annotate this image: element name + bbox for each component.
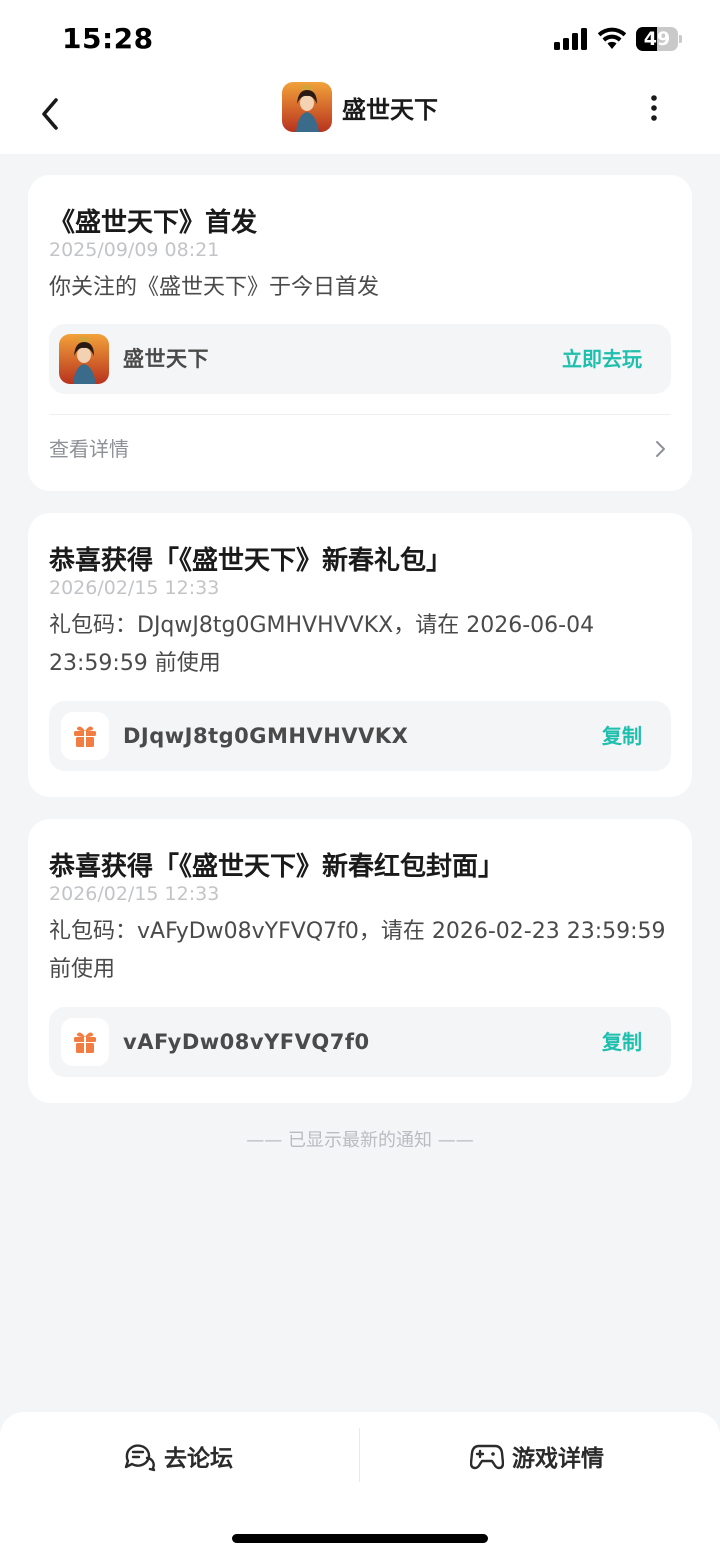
nav-title-group: 盛世天下 — [282, 82, 438, 132]
notification-title: 《盛世天下》首发 — [49, 208, 258, 238]
gift-code: vAFyDw08vYFVQ7f0 — [123, 1030, 370, 1054]
page-title: 盛世天下 — [342, 95, 438, 124]
notification-card: 《盛世天下》首发 2025/09/09 08:21 你关注的《盛世天下》于今日首… — [28, 175, 692, 491]
divider — [359, 1428, 360, 1482]
game-detail-button[interactable]: 游戏详情 — [470, 1430, 604, 1482]
chevron-right-icon — [656, 441, 665, 457]
notification-body: 礼包码：DJqwJ8tg0GMHVHVVKX，请在 2026-06-04 23:… — [49, 613, 595, 676]
forum-button[interactable]: 去论坛 — [122, 1430, 233, 1482]
gift-icon — [61, 712, 109, 760]
notification-title: 恭喜获得「《盛世天下》新春红包封面」 — [49, 852, 505, 882]
notification-time: 2026/02/15 12:33 — [49, 577, 220, 599]
end-of-list-note: —— 已显示最新的通知 —— — [246, 1130, 474, 1151]
wifi-icon — [597, 27, 627, 49]
notification-card: 恭喜获得「《盛世天下》新春礼包」 2026/02/15 12:33 礼包码：DJ… — [28, 513, 692, 797]
more-vertical-icon[interactable] — [640, 88, 668, 128]
game-avatar-image — [282, 82, 332, 132]
status-time: 15:28 — [62, 22, 154, 55]
chat-bubble-icon — [124, 1444, 156, 1472]
gift-code-box: vAFyDw08vYFVQ7f0 复制 — [49, 1007, 671, 1077]
game-icon-image — [59, 334, 109, 384]
game-detail-label: 游戏详情 — [512, 1446, 604, 1472]
gift-code: DJqwJ8tg0GMHVHVVKX — [123, 724, 409, 748]
battery-level: 49 — [643, 28, 671, 50]
gift-icon — [61, 1018, 109, 1066]
play-now-button[interactable]: 立即去玩 — [562, 324, 642, 394]
forum-label: 去论坛 — [164, 1446, 233, 1472]
battery-icon: 49 — [636, 27, 682, 51]
status-bar: 15:28 49 — [0, 0, 720, 78]
game-entry[interactable]: 盛世天下 立即去玩 — [49, 324, 671, 394]
game-avatar — [282, 82, 332, 132]
notification-body: 你关注的《盛世天下》于今日首发 — [49, 275, 380, 300]
game-name: 盛世天下 — [123, 347, 209, 371]
copy-button[interactable]: 复制 — [602, 701, 642, 771]
notification-time: 2025/09/09 08:21 — [49, 239, 220, 261]
gift-code-box: DJqwJ8tg0GMHVHVVKX 复制 — [49, 701, 671, 771]
gamepad-icon — [470, 1444, 504, 1470]
copy-button[interactable]: 复制 — [602, 1007, 642, 1077]
notification-title: 恭喜获得「《盛世天下》新春礼包」 — [49, 546, 453, 576]
notification-time: 2026/02/15 12:33 — [49, 883, 220, 905]
chevron-left-icon[interactable] — [32, 86, 72, 142]
notification-body: 礼包码：vAFyDw08vYFVQ7f0，请在 2026-02-23 23:59… — [49, 919, 666, 982]
cellular-signal-icon — [554, 28, 587, 50]
divider — [49, 414, 671, 415]
view-details-label: 查看详情 — [49, 437, 129, 461]
bottom-action-bar: 去论坛 游戏详情 — [0, 1412, 720, 1558]
game-icon — [59, 334, 109, 384]
notification-card: 恭喜获得「《盛世天下》新春红包封面」 2026/02/15 12:33 礼包码：… — [28, 819, 692, 1103]
view-details-row[interactable]: 查看详情 — [49, 429, 671, 469]
nav-bar: 盛世天下 — [0, 78, 720, 154]
home-indicator — [232, 1534, 488, 1543]
